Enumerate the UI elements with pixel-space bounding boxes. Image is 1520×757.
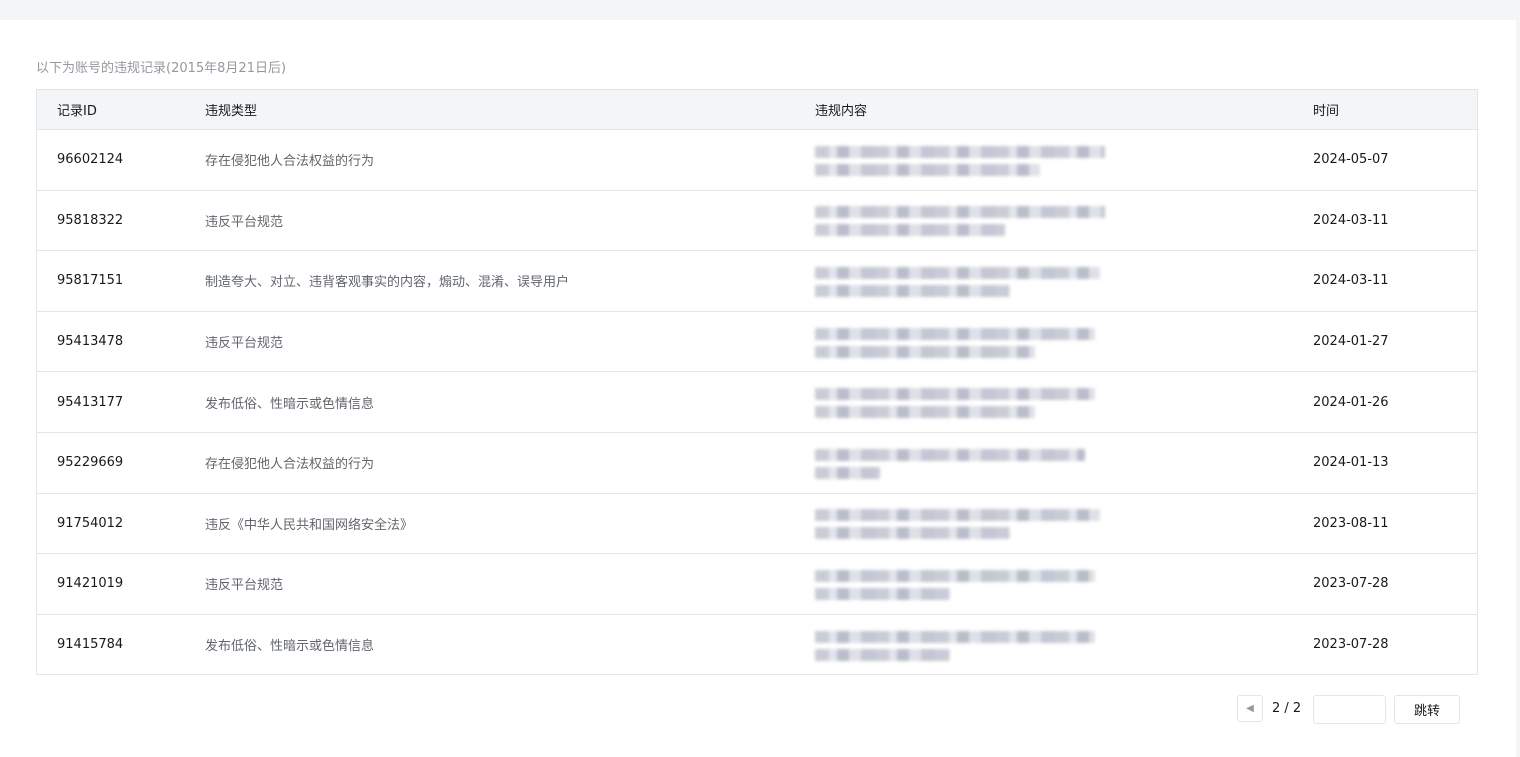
redacted-text-block bbox=[815, 625, 1105, 665]
violation-type: 违反平台规范 bbox=[205, 578, 284, 594]
record-id: 96602124 bbox=[57, 152, 124, 168]
violation-content-redacted bbox=[815, 554, 1115, 614]
violation-content-redacted bbox=[815, 615, 1115, 675]
table-row: 95413177 发布低俗、性暗示或色情信息 2024-01-26 bbox=[37, 371, 1477, 432]
violation-content-redacted bbox=[815, 372, 1115, 432]
header-record-id: 记录ID bbox=[57, 104, 97, 119]
table-row: 95413478 违反平台规范 2024-01-27 bbox=[37, 310, 1477, 372]
violation-type: 违反《中华人民共和国网络安全法》 bbox=[205, 517, 414, 533]
violation-type: 发布低俗、性暗示或色情信息 bbox=[205, 396, 375, 412]
table-row: 95817151 制造夸大、对立、违背客观事实的内容，煽动、混淆、误导用户 2024… bbox=[37, 250, 1477, 311]
page-container: 以下为账号的违规记录(2015年8月21日后) 记录ID 违规类型 违规内容 时… bbox=[0, 20, 1516, 757]
violation-time: 2024-05-07 bbox=[1313, 152, 1389, 168]
violation-content-redacted bbox=[815, 191, 1115, 251]
table-body: 96602124 存在侵犯他人合法权益的行为 2024-05-07 95818322 违… bbox=[37, 129, 1477, 674]
redacted-text-block bbox=[815, 382, 1105, 422]
page-indicator: 2 / 2 bbox=[1272, 701, 1302, 716]
record-id: 95818322 bbox=[57, 212, 124, 228]
violation-content-redacted bbox=[815, 433, 1115, 493]
redacted-text-block bbox=[815, 443, 1105, 483]
prev-page-button[interactable]: ◀ bbox=[1237, 695, 1263, 722]
record-id: 95229669 bbox=[57, 455, 124, 471]
header-time: 时间 bbox=[1313, 104, 1340, 119]
violation-time: 2023-08-11 bbox=[1313, 515, 1389, 531]
violation-type: 发布低俗、性暗示或色情信息 bbox=[205, 639, 375, 655]
header-violation-type: 违规类型 bbox=[205, 104, 258, 119]
violation-content-redacted bbox=[815, 130, 1115, 190]
violation-time: 2023-07-28 bbox=[1313, 576, 1389, 592]
jump-page-input[interactable] bbox=[1313, 695, 1386, 724]
table-row: 96602124 存在侵犯他人合法权益的行为 2024-05-07 bbox=[37, 129, 1477, 190]
redacted-text-block bbox=[815, 564, 1105, 604]
table-row: 91421019 违反平台规范 2023-07-28 bbox=[37, 553, 1477, 614]
record-id: 91421019 bbox=[57, 576, 124, 592]
violation-time: 2023-07-28 bbox=[1313, 637, 1389, 653]
violation-time: 2024-03-11 bbox=[1313, 273, 1389, 289]
record-id: 91754012 bbox=[57, 515, 124, 531]
violation-type: 存在侵犯他人合法权益的行为 bbox=[205, 154, 375, 170]
violation-type: 违反平台规范 bbox=[205, 336, 284, 352]
table-row: 95229669 存在侵犯他人合法权益的行为 2024-01-13 bbox=[37, 431, 1477, 493]
table-header-row: 记录ID 违规类型 违规内容 时间 bbox=[37, 90, 1477, 129]
violation-records-table: 记录ID 违规类型 违规内容 时间 96602124 存在侵犯他人合法权益的行为 2… bbox=[36, 89, 1478, 676]
redacted-text-block bbox=[815, 503, 1105, 543]
table-row: 91415784 发布低俗、性暗示或色情信息 2023-07-28 bbox=[37, 613, 1477, 675]
redacted-text-block bbox=[815, 200, 1105, 240]
redacted-text-block bbox=[815, 261, 1105, 301]
redacted-text-block bbox=[815, 140, 1105, 180]
record-id: 95413478 bbox=[57, 334, 124, 350]
violation-type: 违反平台规范 bbox=[205, 214, 284, 230]
violation-time: 2024-01-27 bbox=[1313, 334, 1389, 350]
record-id: 95817151 bbox=[57, 273, 124, 289]
table-row: 91754012 违反《中华人民共和国网络安全法》 2023-08-11 bbox=[37, 492, 1477, 554]
violation-content-redacted bbox=[815, 312, 1115, 372]
record-id: 91415784 bbox=[57, 637, 124, 653]
records-caption: 以下为账号的违规记录(2015年8月21日后) bbox=[36, 61, 287, 76]
caret-left-icon: ◀ bbox=[1246, 703, 1254, 714]
violation-time: 2024-01-26 bbox=[1313, 394, 1389, 410]
violation-time: 2024-01-13 bbox=[1313, 455, 1389, 471]
violation-content-redacted bbox=[815, 494, 1115, 554]
record-id: 95413177 bbox=[57, 394, 124, 410]
violation-type: 存在侵犯他人合法权益的行为 bbox=[205, 457, 375, 473]
table-row: 95818322 违反平台规范 2024-03-11 bbox=[37, 189, 1477, 251]
jump-button[interactable]: 跳转 bbox=[1394, 695, 1460, 724]
violation-time: 2024-03-11 bbox=[1313, 212, 1389, 228]
violation-type: 制造夸大、对立、违背客观事实的内容，煽动、混淆、误导用户 bbox=[205, 275, 570, 291]
violation-content-redacted bbox=[815, 251, 1115, 311]
header-violation-content: 违规内容 bbox=[815, 104, 868, 119]
redacted-text-block bbox=[815, 322, 1105, 362]
